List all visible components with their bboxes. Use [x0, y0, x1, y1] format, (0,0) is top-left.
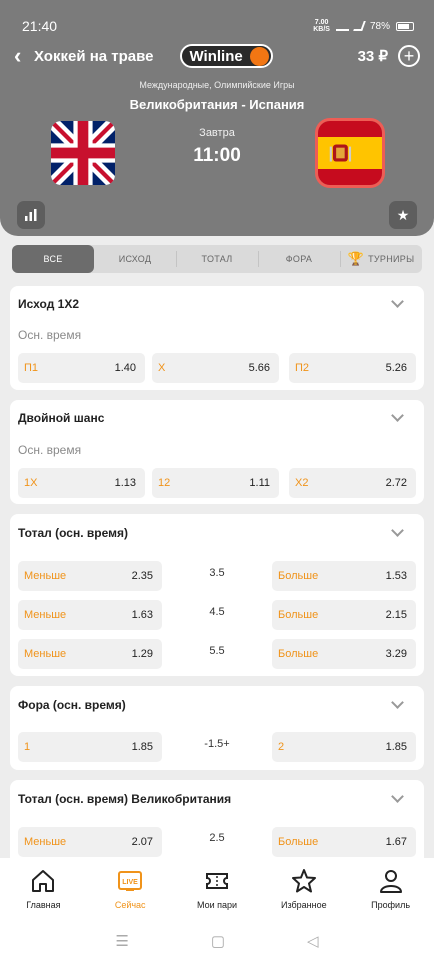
- match-header: 21:40 7.00 KB/S 78% ‹ Хоккей на траве Wi…: [0, 0, 434, 236]
- svg-text:LIVE: LIVE: [122, 879, 138, 886]
- favorite-button[interactable]: ★: [389, 201, 417, 229]
- chevron-down-icon[interactable]: [391, 790, 404, 803]
- spain-flag-icon: [318, 121, 382, 185]
- live-icon: LIVE: [118, 871, 143, 891]
- market-title: Исход 1X2: [18, 297, 79, 311]
- home-icon: [32, 870, 55, 892]
- odd-button-handicap-1[interactable]: 1 1.85: [18, 732, 162, 762]
- market-handicap: Фора (осн. время) 1 1.85 -1.5+ 2 1.85: [10, 686, 424, 770]
- market-title: Двойной шанс: [18, 411, 105, 425]
- nav-my-bets[interactable]: Мои пари: [174, 858, 261, 922]
- ticket-icon: [205, 873, 228, 889]
- bar-chart-icon: [25, 209, 37, 221]
- tab-tournaments[interactable]: 🏆 ТУРНИРЫ: [340, 245, 422, 273]
- odd-button-12[interactable]: 12 1.11: [152, 468, 279, 498]
- total-line: 3.5: [209, 567, 225, 579]
- odd-button-over[interactable]: Больше 1.67: [272, 827, 416, 857]
- match-title: Великобритания - Испания: [129, 97, 305, 112]
- balance[interactable]: 33 ₽: [358, 47, 388, 65]
- total-line: 4.5: [209, 606, 225, 618]
- market-team-total: Тотал (осн. время) Великобритания Меньше…: [10, 780, 424, 858]
- trophy-icon: 🏆: [347, 251, 365, 266]
- team2-flag: [318, 121, 382, 185]
- odd-button-over[interactable]: Больше 1.53: [272, 561, 416, 591]
- market-tabs: ВСЕ ИСХОД ТОТАЛ ФОРА 🏆 ТУРНИРЫ: [12, 245, 422, 273]
- odd-button-over[interactable]: Больше 2.15: [272, 600, 416, 630]
- tab-outcome[interactable]: ИСХОД: [94, 245, 176, 273]
- chevron-down-icon[interactable]: [391, 524, 404, 537]
- total-line: 5.5: [209, 645, 225, 657]
- odd-button-p2[interactable]: П2 5.26: [289, 353, 416, 383]
- period-label: Осн. время: [18, 328, 82, 342]
- odd-button-handicap-2[interactable]: 2 1.85: [272, 732, 416, 762]
- sport-title: Хоккей на траве: [34, 47, 154, 65]
- market-total: Тотал (осн. время) Меньше 2.35 3.5 Больш…: [10, 514, 424, 676]
- odd-button-over[interactable]: Больше 3.29: [272, 639, 416, 669]
- deposit-plus-button[interactable]: +: [398, 45, 420, 67]
- brand-logo: Winline: [179, 44, 273, 68]
- nav-profile[interactable]: Профиль: [347, 858, 434, 922]
- chevron-down-icon[interactable]: [391, 409, 404, 422]
- home-square-icon[interactable]: ▢: [211, 932, 225, 950]
- profile-icon: [379, 870, 402, 893]
- odd-button-x[interactable]: Х 5.66: [152, 353, 279, 383]
- signal-icon: [353, 21, 366, 31]
- nav-live[interactable]: LIVE Сейчас: [87, 858, 174, 922]
- back-triangle-icon[interactable]: ◁: [307, 932, 319, 950]
- battery-icon: [396, 21, 414, 31]
- tab-handicap[interactable]: ФОРА: [258, 245, 340, 273]
- total-line: 2.5: [209, 832, 225, 844]
- nav-favorites[interactable]: Избранное: [260, 858, 347, 922]
- odd-button-1x[interactable]: 1X 1.13: [18, 468, 145, 498]
- stats-button[interactable]: [17, 201, 45, 229]
- odd-button-under[interactable]: Меньше 1.63: [18, 600, 162, 630]
- status-time: 21:40: [22, 18, 58, 34]
- market-title: Фора (осн. время): [18, 698, 126, 712]
- market-title: Тотал (осн. время): [18, 526, 128, 540]
- market-title: Тотал (осн. время) Великобритания: [18, 792, 232, 806]
- odd-button-under[interactable]: Меньше 2.35: [18, 561, 162, 591]
- odd-button-under[interactable]: Меньше 2.07: [18, 827, 162, 857]
- star-icon: [291, 869, 316, 893]
- market-double-chance: Двойной шанс Осн. время 1X 1.13 12 1.11 …: [10, 400, 424, 504]
- league-name: Международные, Олимпийские Игры: [139, 80, 295, 90]
- logo-dot: [249, 47, 269, 66]
- nav-home[interactable]: Главная: [0, 858, 87, 922]
- market-1x2: Исход 1X2 Осн. время П1 1.40 Х 5.66 П2 5…: [10, 286, 424, 390]
- battery-level: 78%: [369, 20, 390, 32]
- star-icon: ★: [396, 206, 410, 223]
- tab-all[interactable]: ВСЕ: [12, 245, 94, 273]
- network-speed: 7.00 KB/S: [313, 19, 330, 33]
- system-nav-bar: ☰ ▢ ◁: [0, 922, 434, 959]
- menu-icon[interactable]: ☰: [115, 932, 128, 950]
- chevron-down-icon[interactable]: [391, 696, 404, 709]
- tab-total[interactable]: ТОТАЛ: [176, 245, 258, 273]
- bottom-navigation: Главная LIVE Сейчас Мои пари Избранное П…: [0, 858, 434, 922]
- back-arrow-icon[interactable]: ‹: [14, 45, 32, 67]
- period-label: Осн. время: [18, 443, 82, 457]
- chevron-down-icon[interactable]: [391, 295, 404, 308]
- odd-button-under[interactable]: Меньше 1.29: [18, 639, 162, 669]
- handicap-line: -1.5+: [204, 738, 230, 750]
- odd-button-x2[interactable]: X2 2.72: [289, 468, 416, 498]
- wifi-icon: [335, 21, 349, 31]
- odd-button-p1[interactable]: П1 1.40: [18, 353, 145, 383]
- status-bar: 21:40 7.00 KB/S 78%: [22, 16, 414, 36]
